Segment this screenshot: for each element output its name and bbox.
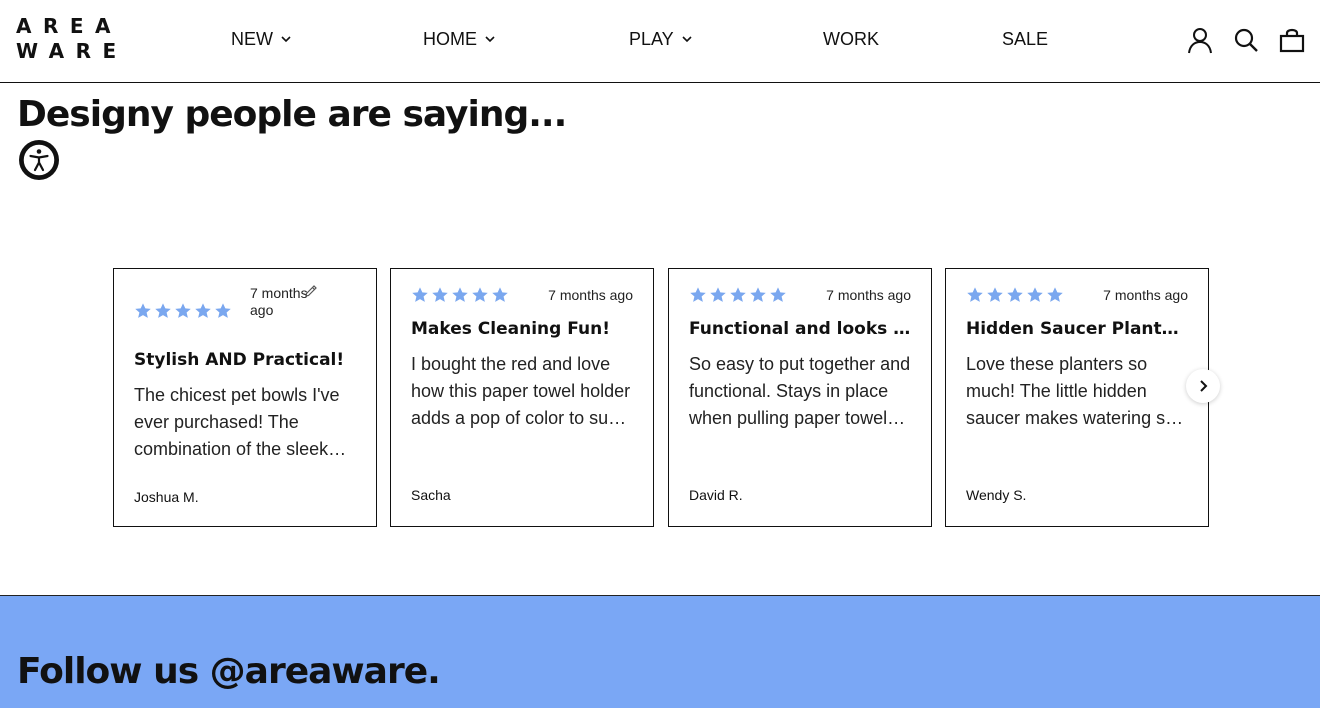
star-icon <box>1007 287 1023 302</box>
main-nav: NEW HOME PLAY WORK SALE <box>0 28 1320 52</box>
chevron-down-icon <box>281 36 291 43</box>
review-title: Hidden Saucer Planters are great <box>966 319 1188 339</box>
account-icon[interactable] <box>1186 26 1214 54</box>
star-icon <box>710 287 726 302</box>
review-author: Joshua M. <box>134 489 199 505</box>
review-date: 7 months ago <box>1103 287 1188 303</box>
carousel-next-button[interactable] <box>1186 369 1220 403</box>
follow-title: Follow us @areaware. <box>17 651 441 692</box>
review-title: Functional and looks great <box>689 319 911 339</box>
review-body: I bought the red and love how this paper… <box>411 354 631 428</box>
cart-icon[interactable] <box>1278 26 1306 54</box>
nav-item-new[interactable]: NEW <box>231 28 293 50</box>
search-icon[interactable] <box>1232 26 1260 54</box>
review-date: 7 months ago <box>548 287 633 303</box>
star-rating <box>411 286 509 304</box>
review-date: 7 months ago <box>826 287 911 303</box>
review-date: 7 months ago <box>250 285 308 318</box>
accessibility-icon <box>22 143 56 177</box>
nav-item-sale[interactable]: SALE <box>1002 28 1048 50</box>
accessibility-button[interactable] <box>19 140 59 180</box>
review-card[interactable]: 7 months ago Functional and looks great … <box>668 268 932 527</box>
star-icon <box>135 303 151 318</box>
review-author: Wendy S. <box>966 487 1027 503</box>
star-icon <box>690 287 706 302</box>
star-icon <box>750 287 766 302</box>
chevron-right-icon <box>1200 380 1208 392</box>
review-body: Love these planters so much! The little … <box>966 354 1176 428</box>
nav-label: WORK <box>823 29 879 49</box>
star-icon <box>492 287 508 302</box>
star-rating <box>966 286 1064 304</box>
reviews-title: Designy people are saying... <box>17 94 567 135</box>
nav-item-play[interactable]: PLAY <box>629 28 694 50</box>
star-icon <box>987 287 1003 302</box>
header-icons <box>1186 26 1306 54</box>
review-title: Stylish AND Practical! <box>134 350 345 370</box>
star-icon <box>1047 287 1063 302</box>
star-icon <box>175 303 191 318</box>
nav-item-home[interactable]: HOME <box>423 28 497 50</box>
site-header: AREA WARE NEW HOME PLAY WORK SALE <box>0 0 1320 83</box>
review-title: Makes Cleaning Fun! <box>411 319 610 339</box>
star-icon <box>452 287 468 302</box>
nav-label: HOME <box>423 29 477 49</box>
reviews-carousel: 7 months ago Stylish AND Practical! The … <box>113 268 1209 527</box>
chevron-down-icon <box>682 36 692 43</box>
star-icon <box>730 287 746 302</box>
review-body: The chicest pet bowls I've ever purchase… <box>134 385 340 459</box>
review-card[interactable]: 7 months ago Makes Cleaning Fun! I bough… <box>390 268 654 527</box>
star-rating <box>134 302 232 320</box>
review-card[interactable]: 7 months ago Hidden Saucer Planters are … <box>945 268 1209 527</box>
review-author: Sacha <box>411 487 451 503</box>
review-card[interactable]: 7 months ago Stylish AND Practical! The … <box>113 268 377 527</box>
pencil-icon[interactable] <box>303 283 319 299</box>
review-body: So easy to put together and functional. … <box>689 354 911 428</box>
star-icon <box>412 287 428 302</box>
nav-label: NEW <box>231 29 273 49</box>
star-icon <box>432 287 448 302</box>
star-icon <box>770 287 786 302</box>
follow-section: Follow us @areaware. <box>0 595 1320 708</box>
star-icon <box>1027 287 1043 302</box>
star-icon <box>472 287 488 302</box>
star-rating <box>689 286 787 304</box>
nav-item-work[interactable]: WORK <box>823 28 879 50</box>
star-icon <box>215 303 231 318</box>
chevron-down-icon <box>485 36 495 43</box>
review-author: David R. <box>689 487 743 503</box>
nav-label: SALE <box>1002 29 1049 49</box>
star-icon <box>195 303 211 318</box>
star-icon <box>155 303 171 318</box>
nav-label: PLAY <box>629 29 674 49</box>
star-icon <box>967 287 983 302</box>
